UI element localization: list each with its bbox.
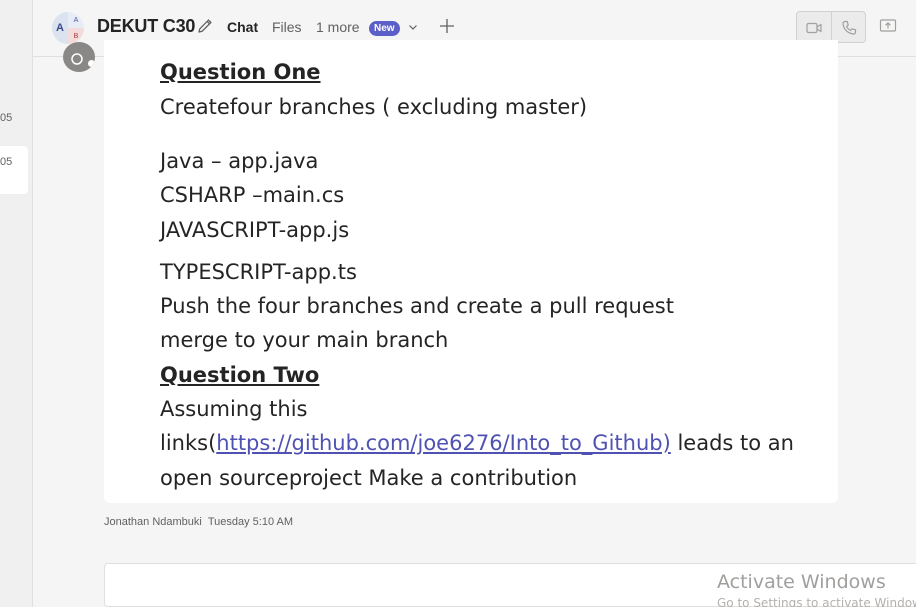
message-line: JAVASCRIPT-app.js <box>160 218 350 242</box>
activation-watermark-title: Activate Windows <box>717 571 886 593</box>
chat-list-item-time: 05 <box>0 156 13 168</box>
question-one-heading: Question One <box>160 60 321 84</box>
chat-list-panel: 05 05 <box>0 0 33 607</box>
share-screen-icon[interactable] <box>879 17 897 35</box>
message-line-with-link: links(https://github.com/joe6276/Into_to… <box>160 431 794 455</box>
message-line: Assuming this <box>160 397 308 421</box>
message-timestamp: Tuesday 5:10 AM <box>207 516 294 528</box>
message-line: CSHARP –main.cs <box>160 183 345 207</box>
new-badge: New <box>369 21 400 36</box>
pencil-icon[interactable] <box>196 17 214 35</box>
message-meta: Jonathan Ndambuki Tuesday 5:10 AM <box>104 516 293 528</box>
message-line: Java – app.java <box>160 149 319 173</box>
github-link[interactable]: https://github.com/joe6276/Into_to_Githu… <box>216 431 671 455</box>
group-avatar[interactable]: A A B <box>52 12 84 44</box>
message-line: Push the four branches and create a pull… <box>160 294 674 318</box>
audio-call-icon[interactable] <box>840 19 858 37</box>
tab-files[interactable]: Files <box>272 19 302 35</box>
message-author[interactable]: Jonathan Ndambuki <box>104 516 202 528</box>
avatar-letter: A <box>52 12 68 44</box>
message-line: Createfour branches ( excluding master) <box>160 95 588 119</box>
avatar-letter: A <box>68 12 84 28</box>
presence-status-icon <box>87 59 95 68</box>
add-tab-icon[interactable] <box>437 16 457 36</box>
tab-chat[interactable]: Chat <box>227 19 258 35</box>
message-line: TYPESCRIPT-app.ts <box>160 260 357 284</box>
chat-list-item[interactable]: 05 <box>0 104 28 152</box>
chat-list-item-time: 05 <box>0 112 13 124</box>
author-avatar[interactable] <box>63 42 95 72</box>
video-call-icon[interactable] <box>805 19 823 37</box>
message-line: merge to your main branch <box>160 328 449 352</box>
chat-list-item-selected[interactable]: 05 <box>0 146 28 194</box>
chevron-down-icon[interactable] <box>407 21 419 33</box>
link-suffix: leads to an <box>670 431 794 455</box>
activation-watermark-subtitle: Go to Settings to activate Windows. <box>717 596 916 607</box>
call-button-group <box>796 11 866 43</box>
question-two-heading: Question Two <box>160 363 320 387</box>
link-prefix: links( <box>160 431 217 455</box>
chat-title: DEKUT C30 <box>97 16 196 36</box>
tab-more[interactable]: 1 more <box>316 19 360 35</box>
message-line: open sourceproject Make a contribution <box>160 466 578 490</box>
divider <box>831 12 832 42</box>
